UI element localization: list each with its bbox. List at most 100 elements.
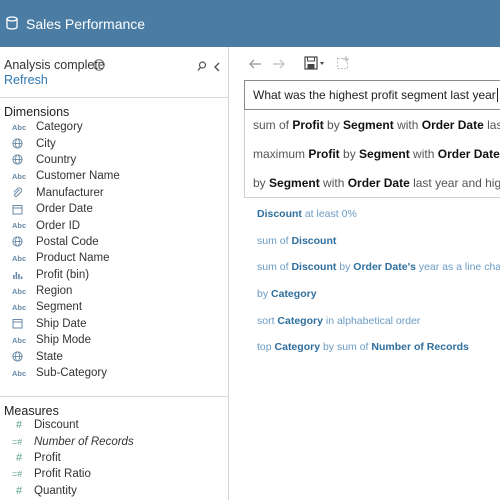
database-icon (6, 15, 20, 32)
field-customer-name[interactable]: Abc Customer Name (0, 168, 229, 184)
field-label: Order Date (36, 203, 93, 216)
suggestion-item-0[interactable]: sum of Profit by Segment with Order Date… (245, 110, 500, 139)
new-sheet-icon[interactable] (336, 56, 350, 75)
field-profit-ratio[interactable]: =# Profit Ratio (0, 466, 229, 482)
field-label: Manufacturer (36, 186, 104, 199)
text-token: sort (257, 314, 278, 327)
title-bar: Sales Performance (0, 0, 500, 47)
measures-list: # Discount =# Number of Records # Profit =# Pro… (0, 417, 229, 499)
field-token: Category (277, 314, 323, 327)
field-region[interactable]: Abc Region (0, 283, 229, 299)
field-profit[interactable]: # Profit (0, 450, 229, 466)
field-discount[interactable]: # Discount (0, 417, 229, 433)
redo-arrow-icon[interactable] (272, 57, 286, 75)
globe-icon (12, 351, 32, 362)
save-icon[interactable] (304, 56, 326, 75)
recommendation-item-4[interactable]: sort Category in alphabetical order (257, 307, 500, 334)
refresh-link[interactable]: Refresh (4, 73, 48, 87)
globe-icon (12, 236, 32, 248)
field-label: Customer Name (36, 170, 120, 183)
text-token: by (253, 175, 270, 190)
field-city[interactable]: City (0, 135, 229, 151)
field-order-id[interactable]: Abc Order ID (0, 217, 229, 233)
text-token: at least 0% (301, 208, 357, 221)
field-quantity[interactable]: # Quantity (0, 483, 229, 499)
divider (0, 396, 229, 397)
field-token: Profit (292, 117, 324, 132)
field-label: Product Name (36, 252, 110, 265)
field-product-name[interactable]: Abc Product Name (0, 250, 229, 266)
recommendation-item-1[interactable]: sum of Discount (257, 228, 500, 255)
field-token: Segment (343, 117, 394, 132)
analysis-status: Analysis complete (4, 58, 105, 72)
field-label: State (36, 350, 63, 363)
field-sub-category[interactable]: Abc Sub-Category (0, 365, 229, 381)
text-token: in alphabetical order (322, 314, 421, 327)
field-state[interactable]: State (0, 348, 229, 364)
field-label: Number of Records (34, 435, 134, 448)
measures-header: Measures (4, 404, 59, 418)
text-token: last year and high (413, 175, 500, 190)
field-label: Segment (36, 301, 83, 314)
search-icon[interactable] (197, 60, 207, 72)
data-pane: Analysis complete Refresh Dimensions Abc… (0, 47, 229, 500)
globe-icon (12, 138, 32, 149)
field-label: Region (36, 285, 73, 298)
field-label: Quantity (34, 484, 77, 497)
field-manufacturer[interactable]: Manufacturer (0, 185, 229, 201)
field-ship-mode[interactable]: Abc Ship Mode (0, 332, 229, 348)
undo-arrow-icon[interactable] (248, 57, 262, 75)
field-label: Profit Ratio (34, 468, 91, 481)
suggestion-item-2[interactable]: by Segment with Order Date last year and… (245, 168, 500, 197)
recommendation-item-3[interactable]: by Category (257, 281, 500, 308)
field-token: Number of Records (371, 341, 469, 354)
abc-icon: Abc (12, 171, 27, 181)
dimensions-header: Dimensions (4, 105, 70, 119)
text-token: by (323, 117, 344, 132)
field-token: Category (274, 341, 321, 354)
field-country[interactable]: Country (0, 152, 229, 168)
calendar-icon (12, 318, 32, 329)
field-token: Category (271, 288, 317, 301)
field-label: Profit (bin) (36, 268, 90, 281)
recommendation-item-0[interactable]: Discount at least 0% (257, 201, 500, 228)
field-label: Ship Mode (36, 334, 91, 347)
abc-icon: Abc (12, 253, 27, 263)
recommendation-item-2[interactable]: sum of Discount by Order Date's year as … (257, 254, 500, 281)
suggestion-dropdown: sum of Profit by Segment with Order Date… (244, 110, 500, 198)
abc-icon: Abc (12, 368, 27, 378)
field-ship-date[interactable]: Ship Date (0, 316, 229, 332)
suggestion-item-1[interactable]: maximum Profit by Segment with Order Dat… (245, 139, 500, 168)
field-token: Order Date (347, 175, 410, 190)
text-token: by (339, 146, 360, 161)
field-category[interactable]: Abc Category (0, 119, 229, 135)
field-profit-bin[interactable]: Profit (bin) (0, 267, 229, 283)
field-postal-code[interactable]: Postal Code (0, 234, 229, 250)
field-token: Segment (359, 146, 410, 161)
dimensions-list: Abc Category City Country Abc Customer Name Ma… (0, 119, 229, 381)
field-label: City (36, 137, 56, 150)
field-label: Postal Code (36, 235, 99, 248)
abc-icon: Abc (12, 122, 27, 132)
ask-data-input[interactable]: What was the highest profit segment last… (244, 80, 500, 110)
text-token: with (409, 146, 438, 161)
histogram-icon (12, 269, 32, 280)
recommendations-list: Discount at least 0% sum of Discount sum o… (257, 201, 500, 361)
collapse-pane-icon[interactable] (212, 60, 222, 72)
calendar-icon (12, 204, 32, 215)
abc-icon: Abc (12, 221, 27, 231)
field-label: Order ID (36, 219, 81, 232)
field-token: Segment (269, 175, 320, 190)
field-segment[interactable]: Abc Segment (0, 299, 229, 315)
query-text: What was the highest profit segment last… (253, 88, 496, 102)
field-label: Sub-Category (36, 367, 107, 380)
field-label: Country (36, 153, 77, 166)
status-row: Analysis complete (4, 58, 224, 74)
info-icon[interactable] (93, 58, 106, 71)
field-order-date[interactable]: Order Date (0, 201, 229, 217)
recommendation-item-5[interactable]: top Category by sum of Number of Records (257, 334, 500, 361)
paperclip-icon (12, 187, 32, 198)
text-token: last yea (487, 117, 500, 132)
abc-icon: Abc (12, 286, 27, 296)
field-number-of-records[interactable]: =# Number of Records (0, 433, 229, 449)
